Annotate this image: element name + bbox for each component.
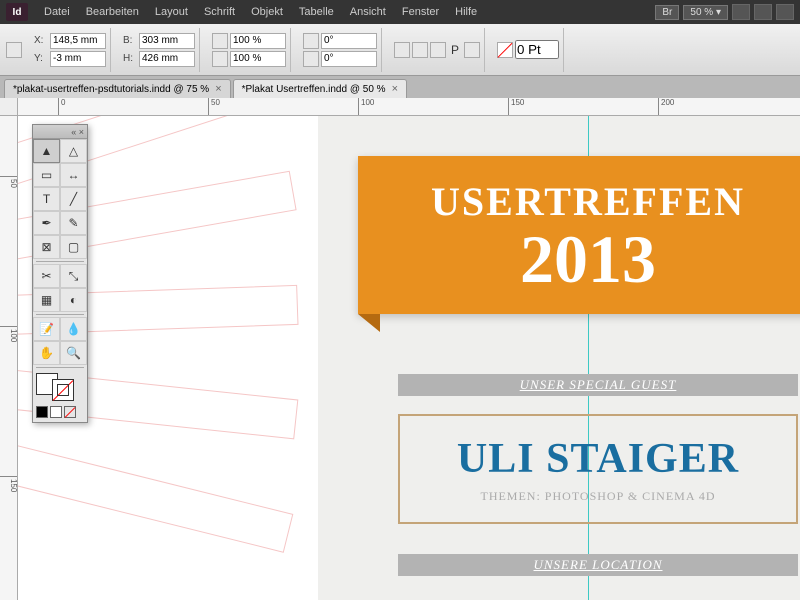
ruler-origin[interactable] <box>0 98 18 116</box>
paragraph-icon[interactable]: P <box>448 43 462 57</box>
ruler-horizontal[interactable]: 0 50 100 150 200 250 <box>18 98 800 116</box>
menu-fenster[interactable]: Fenster <box>394 6 447 18</box>
fill-swatch-icon[interactable] <box>497 42 513 58</box>
rectangle-frame-tool[interactable]: ⊠ <box>33 235 60 259</box>
banner-fold-left <box>358 314 380 332</box>
toolbox-header[interactable]: « × <box>33 125 87 139</box>
hand-tool[interactable]: ✋ <box>33 341 60 365</box>
ruler-vertical[interactable]: 50 100 150 <box>0 116 18 600</box>
h-label: H: <box>123 53 137 64</box>
poster-banner[interactable]: USERTREFFEN 2013 <box>358 156 800 314</box>
guest-name-box[interactable]: ULI STAIGER THEMEN: PHOTOSHOP & CINEMA 4… <box>398 414 798 524</box>
shear-icon <box>303 51 319 67</box>
shear-input[interactable] <box>321 51 377 67</box>
y-label: Y: <box>34 53 48 64</box>
menu-bearbeiten[interactable]: Bearbeiten <box>78 6 147 18</box>
menu-objekt[interactable]: Objekt <box>243 6 291 18</box>
page-tool[interactable]: ▭ <box>33 163 60 187</box>
ruler-tick: 200 <box>658 98 674 116</box>
close-icon[interactable]: × <box>215 83 221 95</box>
banner-title: USERTREFFEN <box>431 178 745 225</box>
ruler-tick: 150 <box>508 98 524 116</box>
pen-tool[interactable]: ✒ <box>33 211 60 235</box>
select-container-icon[interactable] <box>430 42 446 58</box>
w-input[interactable] <box>139 33 195 49</box>
menu-datei[interactable]: Datei <box>36 6 78 18</box>
menu-schrift[interactable]: Schrift <box>196 6 243 18</box>
free-transform-tool[interactable]: ⤡ <box>60 264 87 288</box>
bridge-button[interactable]: Br <box>655 5 679 20</box>
scale-x-icon <box>212 33 228 49</box>
screen-mode-icon[interactable] <box>732 4 750 20</box>
canvas[interactable]: USERTREFFEN 2013 UNSER SPECIAL GUEST ULI… <box>18 116 800 600</box>
doc-tab-2[interactable]: *Plakat Usertreffen.indd @ 50 %× <box>233 79 407 98</box>
menu-layout[interactable]: Layout <box>147 6 196 18</box>
type-tool[interactable]: T <box>33 187 60 211</box>
ruler-tick: 50 <box>208 98 220 116</box>
scale-x-input[interactable] <box>230 33 286 49</box>
x-label: X: <box>34 35 48 46</box>
stroke-color-swatch[interactable] <box>52 379 74 401</box>
flip-v-icon[interactable] <box>412 42 428 58</box>
eyedropper-tool[interactable]: 💧 <box>60 317 87 341</box>
document-tabbar: *plakat-usertreffen-psdtutorials.indd @ … <box>0 76 800 98</box>
apply-none-icon[interactable] <box>64 406 76 418</box>
ruler-tick: 50 <box>0 176 18 188</box>
gap-tool[interactable]: ↔ <box>60 163 87 187</box>
x-input[interactable] <box>50 33 106 49</box>
app-logo: Id <box>6 3 28 21</box>
gradient-feather-tool[interactable]: ◐ <box>60 288 87 312</box>
rotate-input[interactable] <box>321 33 377 49</box>
workspace: 0 50 100 150 200 250 50 100 150 USERTREF… <box>0 98 800 600</box>
zoom-tool[interactable]: 🔍 <box>60 341 87 365</box>
y-input[interactable] <box>50 51 106 67</box>
ruler-tick: 100 <box>0 326 18 342</box>
rectangle-tool[interactable]: ▢ <box>60 235 87 259</box>
guest-topic: THEMEN: PHOTOSHOP & CINEMA 4D <box>480 489 715 504</box>
workspace-icon[interactable] <box>776 4 794 20</box>
effects-icon[interactable] <box>464 42 480 58</box>
gradient-swatch-tool[interactable]: ▦ <box>33 288 60 312</box>
control-panel: X: Y: B: H: P <box>0 24 800 76</box>
w-label: B: <box>123 35 137 46</box>
reference-point-icon[interactable] <box>6 42 22 58</box>
menu-tabelle[interactable]: Tabelle <box>291 6 342 18</box>
apply-color-icon[interactable] <box>36 406 48 418</box>
menu-ansicht[interactable]: Ansicht <box>342 6 394 18</box>
guest-name: ULI STAIGER <box>457 435 739 483</box>
scissors-tool[interactable]: ✂ <box>33 264 60 288</box>
toolbox-panel[interactable]: « × ▲ △ ▭ ↔ T ╱ ✒ ✎ ⊠ ▢ ✂ ⤡ ▦ ◐ 📝 💧 ✋ <box>32 124 88 423</box>
pencil-tool[interactable]: ✎ <box>60 211 87 235</box>
subheading-guest[interactable]: UNSER SPECIAL GUEST <box>398 374 798 396</box>
direct-selection-tool[interactable]: △ <box>60 139 87 163</box>
rotate-icon <box>303 33 319 49</box>
note-tool[interactable]: 📝 <box>33 317 60 341</box>
subheading-location[interactable]: UNSERE LOCATION <box>398 554 798 576</box>
ruler-tick: 100 <box>358 98 374 116</box>
menubar: Id Datei Bearbeiten Layout Schrift Objek… <box>0 0 800 24</box>
arrange-icon[interactable] <box>754 4 772 20</box>
banner-year: 2013 <box>520 225 656 293</box>
scale-y-icon <box>212 51 228 67</box>
line-tool[interactable]: ╱ <box>60 187 87 211</box>
close-icon[interactable]: × <box>392 83 398 95</box>
flip-h-icon[interactable] <box>394 42 410 58</box>
ruler-tick: 0 <box>58 98 65 116</box>
menu-hilfe[interactable]: Hilfe <box>447 6 485 18</box>
stroke-weight-input[interactable] <box>515 40 559 59</box>
apply-gradient-icon[interactable] <box>50 406 62 418</box>
selection-tool[interactable]: ▲ <box>33 139 60 163</box>
scale-y-input[interactable] <box>230 51 286 67</box>
ruler-tick: 150 <box>0 476 18 492</box>
zoom-dropdown[interactable]: 50 % ▾ <box>683 5 728 20</box>
doc-tab-1[interactable]: *plakat-usertreffen-psdtutorials.indd @ … <box>4 79 231 98</box>
h-input[interactable] <box>139 51 195 67</box>
